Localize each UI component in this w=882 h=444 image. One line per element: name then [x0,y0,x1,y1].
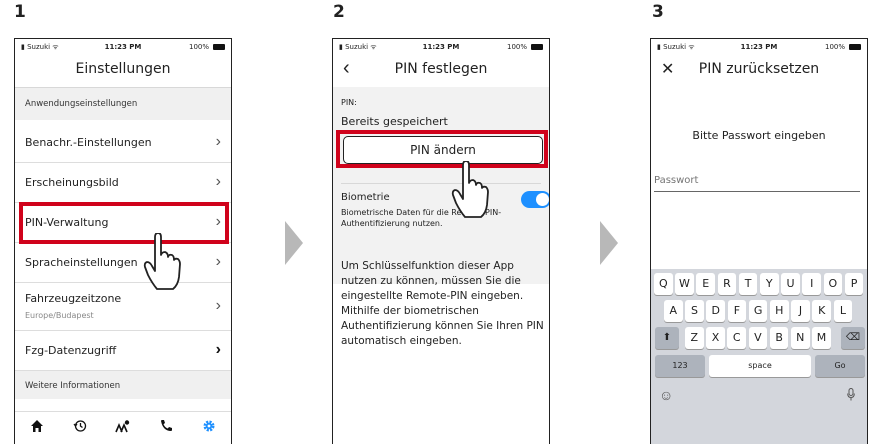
key-s[interactable]: S [685,300,704,322]
key-d[interactable]: D [706,300,725,322]
status-time: 11:23 PM [422,43,460,51]
password-field[interactable] [654,169,860,192]
battery-label: 100% [824,43,845,51]
key-c[interactable]: C [727,327,746,349]
battery-icon [213,44,225,50]
next-step-arrow-icon [285,221,303,265]
password-prompt: Bitte Passwort eingeben [692,129,826,142]
go-key[interactable]: Go [815,355,865,377]
gear-icon[interactable] [197,419,221,437]
history-icon[interactable] [68,419,92,437]
key-r[interactable]: R [717,273,737,295]
settings-row-data-access[interactable]: Fzg-Datenzugriff › [15,331,231,371]
settings-row-notifications[interactable]: Benachr.-Einstellungen › [15,123,231,163]
key-a[interactable]: A [664,300,683,322]
page-title: PIN zurücksetzen [698,61,820,77]
backspace-key[interactable]: ⌫ [841,327,865,349]
divider [341,183,541,184]
key-u[interactable]: U [781,273,800,295]
row-label: Spracheinstellungen [25,256,138,269]
chevron-right-icon: › [215,341,221,358]
battery-icon [531,44,543,50]
key-j[interactable]: J [791,300,810,322]
row-sublabel: Europe/Budapest [25,311,94,320]
biometric-description: Biometrische Daten für die Remote-PIN-Au… [341,208,502,228]
page-title: Einstellungen [75,61,171,77]
toggle-knob [536,193,549,206]
shift-key[interactable]: ⬆ [655,327,679,349]
microphone-icon[interactable] [847,388,855,401]
highlight-box [336,130,548,168]
pin-label: PIN: [341,98,357,107]
step-number-2: 2 [333,2,345,22]
biometric-toggle[interactable] [521,191,549,208]
settings-row-appearance[interactable]: Erscheinungsbild › [15,163,231,203]
row-label: Benachr.-Einstellungen [25,136,152,149]
chevron-right-icon: › [215,297,221,314]
emoji-icon[interactable]: ☺ [659,387,673,403]
battery-label: 100% [506,43,527,51]
key-z[interactable]: Z [685,327,704,349]
key-b[interactable]: B [769,327,789,349]
settings-row-timezone[interactable]: Fahrzeugzeitzone Europe/Budapest › [15,283,231,331]
numbers-key[interactable]: 123 [655,355,705,377]
phone-icon[interactable] [154,419,178,437]
carrier-label: ▮ Suzuki ᯤ [657,43,695,51]
page-title: PIN festlegen [394,61,488,77]
battery-icon [849,44,861,50]
status-time: 11:23 PM [104,43,142,51]
key-y[interactable]: Y [760,273,779,295]
key-m[interactable]: M [812,327,831,349]
key-p[interactable]: P [844,273,864,295]
keyboard: QWERTYUIOP ASDFGHJKL ZXCVBNM ⬆ ⌫ 123 spa… [651,269,867,444]
key-t[interactable]: T [738,273,758,295]
chevron-right-icon: › [215,173,221,190]
chevron-right-icon: › [215,133,221,150]
pin-status: Bereits gespeichert [341,115,448,128]
highlight-box [19,202,229,244]
phone-screen-settings: ▮ Suzuki ᯤ 11:23 PM 100% Einstellungen A… [14,38,232,444]
battery-label: 100% [188,43,209,51]
chevron-right-icon: › [215,253,221,270]
status-bar: ▮ Suzuki ᯤ 11:23 PM 100% [339,43,543,53]
section-header-more-info: Weitere Informationen [15,371,231,399]
key-n[interactable]: N [791,327,810,349]
next-step-arrow-icon [600,221,618,265]
phone-screen-set-pin: ▮ Suzuki ᯤ 11:23 PM 100% ‹ PIN festlegen… [332,38,550,444]
tap-hand-icon [143,233,181,290]
settings-row-language[interactable]: Spracheinstellungen › [15,243,231,283]
biometric-label: Biometrie [341,192,390,203]
carrier-label: ▮ Suzuki ᯤ [339,43,377,51]
status-time: 11:23 PM [740,43,778,51]
row-label: Erscheinungsbild [25,176,119,189]
section-header-app-settings: Anwendungseinstellungen [15,88,231,120]
key-o[interactable]: O [823,273,843,295]
home-icon[interactable] [25,419,49,437]
key-e[interactable]: E [696,273,715,295]
key-w[interactable]: W [675,273,694,295]
key-f[interactable]: F [727,300,747,322]
status-bar: ▮ Suzuki ᯤ 11:23 PM 100% [657,43,861,53]
key-l[interactable]: L [833,300,853,322]
map-icon[interactable] [111,419,135,437]
key-k[interactable]: K [812,300,831,322]
step-number-3: 3 [652,2,664,22]
pin-info-text: Um Schlüsselfunktion dieser App nutzen z… [341,260,544,347]
key-i[interactable]: I [802,273,821,295]
status-bar: ▮ Suzuki ᯤ 11:23 PM 100% [21,43,225,53]
carrier-label: ▮ Suzuki ᯤ [21,43,59,51]
tab-bar [15,411,231,444]
key-x[interactable]: X [706,327,725,349]
key-g[interactable]: G [748,300,768,322]
tap-hand-icon [451,161,489,218]
phone-screen-reset-pin: ▮ Suzuki ᯤ 11:23 PM 100% ✕ PIN zurückset… [650,38,868,444]
row-label: Fahrzeugzeitzone [25,292,122,305]
step-number-1: 1 [14,2,26,22]
key-v[interactable]: V [748,327,768,349]
space-key[interactable]: space [709,355,811,377]
row-label: Fzg-Datenzugriff [25,344,117,357]
key-h[interactable]: H [770,300,789,322]
key-q[interactable]: Q [654,273,673,295]
